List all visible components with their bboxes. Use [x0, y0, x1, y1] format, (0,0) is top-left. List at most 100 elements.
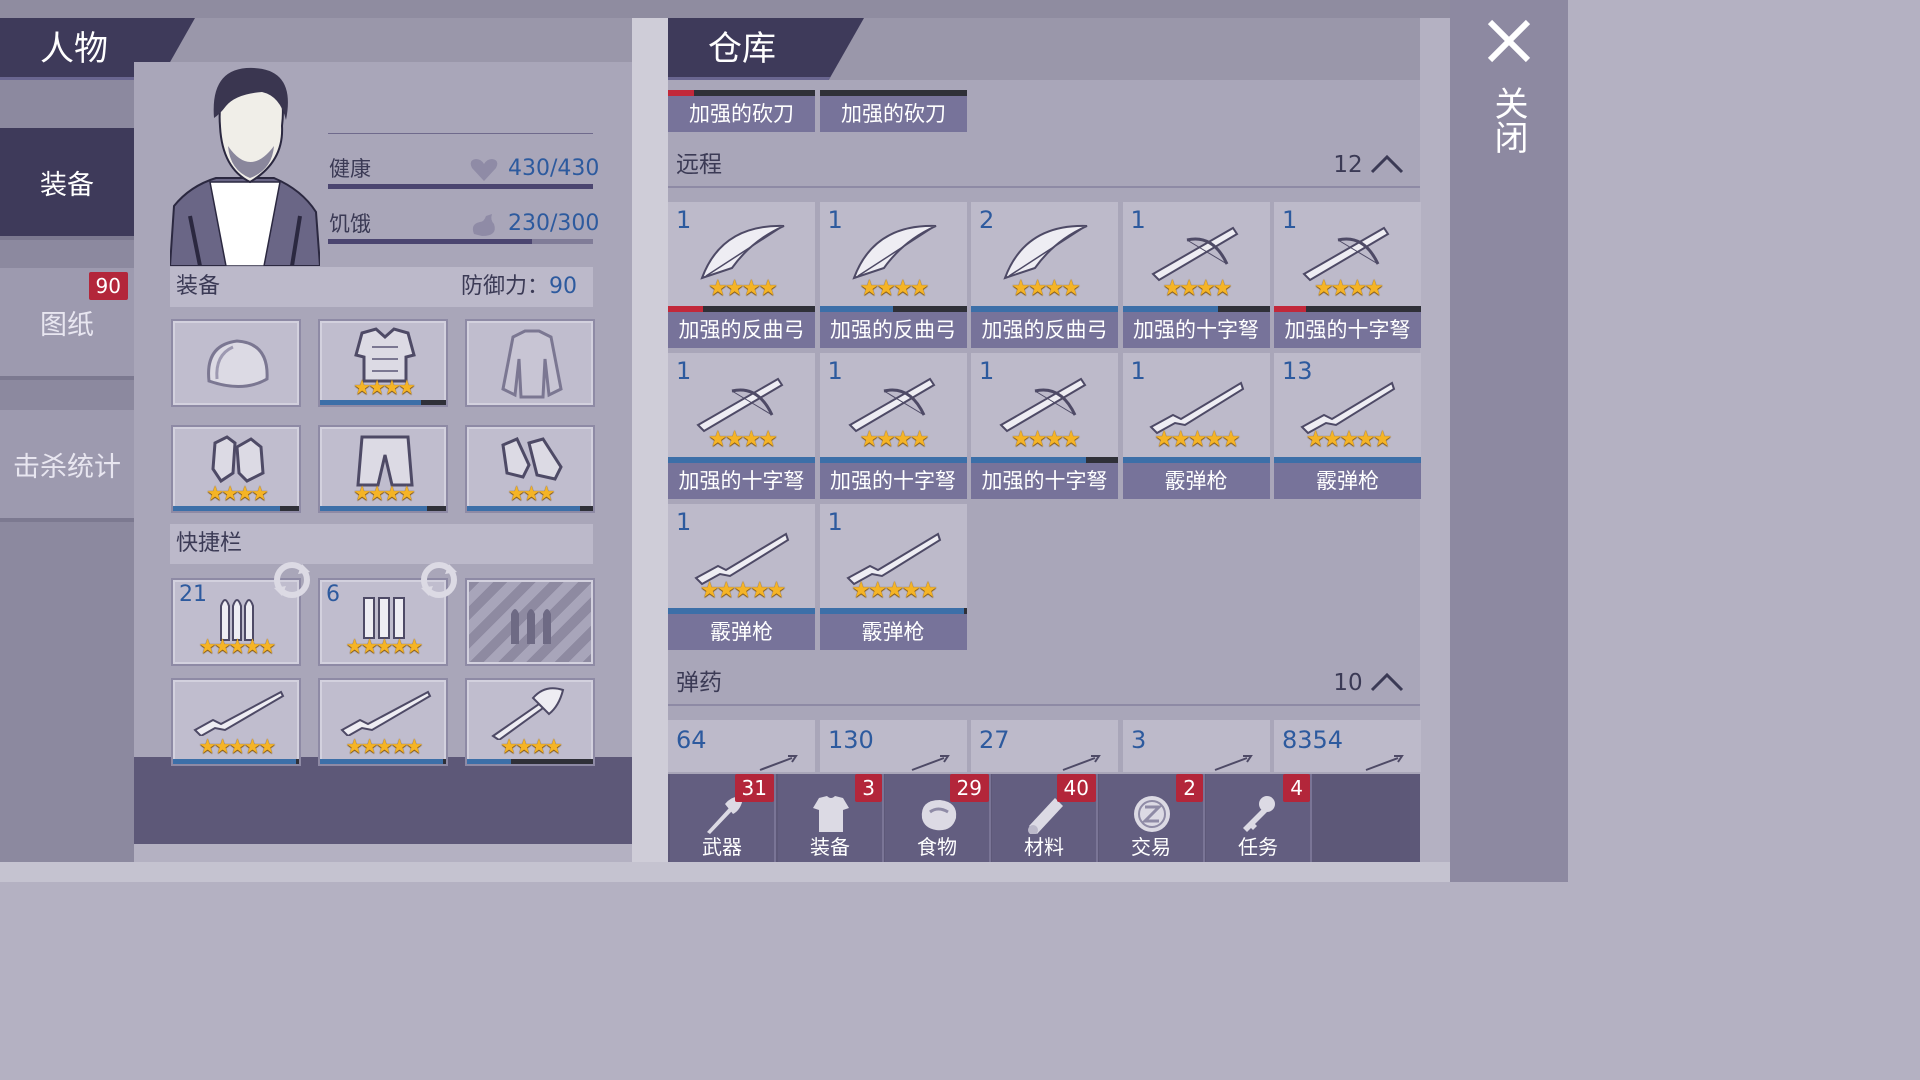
ammo-item-4[interactable]: 3 — [1123, 720, 1270, 772]
storage-item[interactable]: 1 ★★★★ 加强的十字弩 — [668, 353, 815, 499]
swap-icon[interactable] — [270, 558, 314, 602]
tab-kill-stats-label: 击杀统计 — [13, 451, 121, 483]
storage-item[interactable]: 1 ★★★★★ 霰弹枪 — [1122, 353, 1270, 499]
equip-slot-head[interactable] — [171, 319, 301, 407]
character-footer — [134, 757, 632, 844]
item-stars: ★★★★ — [708, 276, 778, 301]
equip-slot-body[interactable]: ★★★★ — [318, 319, 448, 407]
ammo-item-3[interactable]: 27 — [971, 720, 1118, 772]
item-label: 加强的十字弩 — [971, 463, 1118, 499]
ammo-item-1[interactable]: 64 — [668, 720, 815, 772]
tab-equipment-label: 装备 — [40, 169, 94, 201]
item-stars: ★★★★★ — [1305, 427, 1393, 452]
tab-trade[interactable]: 2 交易 — [1099, 774, 1205, 862]
tab-weapons[interactable]: 31 武器 — [670, 774, 776, 862]
stats-top-line — [328, 133, 593, 134]
quickbar-slot-6-stars: ★★★★ — [500, 734, 563, 758]
equip-body-durability — [320, 400, 446, 405]
pants-icon — [356, 435, 414, 487]
quickbar-slot-3-empty[interactable] — [465, 578, 595, 666]
item-label: 加强的十字弩 — [819, 463, 967, 499]
equip-slot-hands[interactable]: ★★★★ — [171, 425, 301, 513]
tab-trade-badge: 2 — [1176, 774, 1203, 802]
quickbar-section-bar: 快捷栏 — [170, 524, 593, 564]
equip-feet-durability — [467, 506, 593, 511]
arrow-icon — [1062, 755, 1101, 771]
quickbar-slot-4[interactable]: ★★★★★ — [171, 678, 301, 766]
hunger-value: 230/300 — [508, 211, 600, 236]
hunger-bar — [328, 239, 593, 244]
tab-quests-badge: 4 — [1283, 774, 1310, 802]
item-count: 1 — [827, 508, 843, 536]
axe-icon — [491, 687, 565, 740]
equip-feet-durability-fill — [467, 506, 581, 511]
ammo-item-3-count: 27 — [979, 726, 1010, 754]
ammo-item-5-count: 8354 — [1282, 726, 1344, 754]
storage-item-machete-2[interactable]: 加强的砍刀 — [820, 80, 967, 132]
storage-item[interactable]: 1 ★★★★ 加强的十字弩 — [819, 353, 967, 499]
tab-gear-badge: 3 — [855, 774, 882, 802]
tab-gear-label: 装备 — [810, 835, 850, 859]
item-label: 霰弹枪 — [1122, 463, 1270, 499]
storage-item[interactable]: 1 ★★★★ 加强的反曲弓 — [819, 202, 967, 348]
category-ranged-header[interactable]: 远程 12 — [668, 142, 1420, 188]
tab-materials[interactable]: 40 材料 — [992, 774, 1098, 862]
item-stars: ★★★★★ — [699, 578, 787, 603]
tab-equipment[interactable]: 装备 — [0, 128, 134, 240]
equip-slot-legs[interactable]: ★★★★ — [318, 425, 448, 513]
tab-blueprints[interactable]: 图纸 90 — [0, 268, 134, 380]
close-label[interactable]: 关闭 — [1488, 86, 1528, 154]
quickbar-slot-6[interactable]: ★★★★ — [465, 678, 595, 766]
crossbow-icon — [1150, 226, 1238, 282]
quickbar-slot-5-stars: ★★★★★ — [345, 734, 424, 758]
close-icon[interactable] — [1486, 18, 1532, 64]
arrow-icon — [1214, 755, 1253, 771]
defense-value: 90 — [549, 274, 577, 299]
storage-item[interactable]: 1 ★★★★★ 霰弹枪 — [819, 504, 967, 650]
boots-icon — [501, 437, 563, 481]
tab-gear[interactable]: 3 装备 — [778, 774, 884, 862]
item-label: 加强的反曲弓 — [819, 312, 967, 348]
category-ammo-header[interactable]: 弹药 10 — [668, 660, 1420, 706]
character-portrait — [170, 67, 320, 266]
quickbar-slot-5-durability-fill — [320, 759, 444, 764]
item-label: 加强的反曲弓 — [668, 312, 815, 348]
storage-item[interactable]: 1 ★★★★★ 霰弹枪 — [668, 504, 815, 650]
quickbar-slot-4-stars: ★★★★★ — [198, 734, 277, 758]
storage-item[interactable]: 1 ★★★★ 加强的十字弩 — [1274, 202, 1421, 348]
ammo-item-2[interactable]: 130 — [820, 720, 967, 772]
storage-item[interactable]: 1 ★★★★ 加强的十字弩 — [971, 353, 1118, 499]
category-ammo-label: 弹药 — [676, 670, 722, 696]
item-count: 1 — [1130, 206, 1146, 234]
crossbow-icon — [847, 377, 935, 433]
storage-item-machete-1[interactable]: 加强的砍刀 — [668, 80, 815, 132]
storage-item[interactable]: 1 ★★★★ 加强的反曲弓 — [668, 202, 815, 348]
swap-icon[interactable] — [417, 558, 461, 602]
equip-legs-stars: ★★★★ — [353, 481, 416, 505]
item-count: 1 — [1282, 206, 1298, 234]
equip-slot-outer[interactable] — [465, 319, 595, 407]
tab-quests[interactable]: 4 任务 — [1206, 774, 1312, 862]
arrow-icon — [759, 755, 798, 771]
shotgun-icon — [340, 690, 432, 736]
quickbar-slot-4-durability-fill — [173, 759, 297, 764]
machete-2-label: 加强的砍刀 — [820, 96, 967, 132]
ammo-item-5[interactable]: 8354 — [1274, 720, 1421, 772]
storage-item[interactable]: 13 ★★★★★ 霰弹枪 — [1274, 353, 1421, 499]
item-count: 2 — [979, 206, 995, 234]
tab-kill-stats[interactable]: 击杀统计 — [0, 410, 134, 522]
hunger-bar-fill — [328, 239, 533, 244]
quickbar-slot-6-durability — [467, 759, 593, 764]
gloves-icon — [211, 435, 265, 484]
storage-item[interactable]: 2 ★★★★ 加强的反曲弓 — [971, 202, 1118, 348]
equip-slot-feet[interactable]: ★★★ — [465, 425, 595, 513]
ammo-count-value: 10 — [1333, 670, 1363, 696]
tab-food[interactable]: 29 食物 — [885, 774, 991, 862]
bottom-strip — [0, 862, 1450, 882]
quickbar-slot-5[interactable]: ★★★★★ — [318, 678, 448, 766]
item-count: 1 — [676, 508, 692, 536]
quickbar-slot-5-durability — [320, 759, 446, 764]
storage-item[interactable]: 1 ★★★★ 加强的十字弩 — [1122, 202, 1270, 348]
equip-hands-durability-fill — [173, 506, 281, 511]
equip-body-durability-fill — [320, 400, 421, 405]
